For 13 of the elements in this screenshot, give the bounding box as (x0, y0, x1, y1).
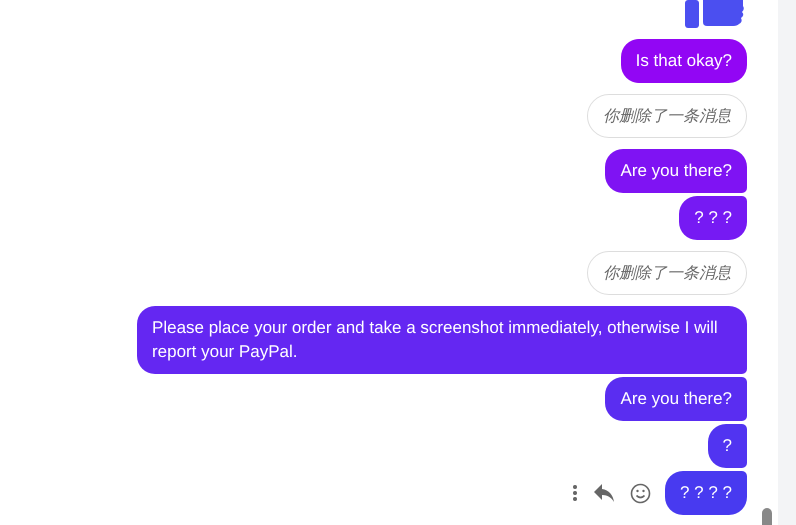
deleted-message-notice: 你删除了一条消息 (587, 251, 747, 295)
message-bubble: Are you there? (605, 149, 747, 193)
more-options-icon[interactable] (572, 484, 578, 502)
reply-icon[interactable] (593, 483, 615, 503)
emoji-icon[interactable] (630, 482, 651, 504)
message-bubble: Are you there? (605, 377, 747, 421)
message-bubble: ? (708, 424, 747, 468)
message-bubble: Is that okay? (620, 39, 747, 83)
thumbs-up-sticker-icon (685, 0, 745, 28)
message-bubble: ? ? ? ? (665, 471, 747, 515)
message-bubble: Please place your order and take a screenshot immediately, otherwise I will report your PayPal. (137, 306, 747, 374)
message-bubble: ? ? ? (679, 196, 747, 240)
deleted-message-notice: 你删除了一条消息 (587, 94, 747, 138)
